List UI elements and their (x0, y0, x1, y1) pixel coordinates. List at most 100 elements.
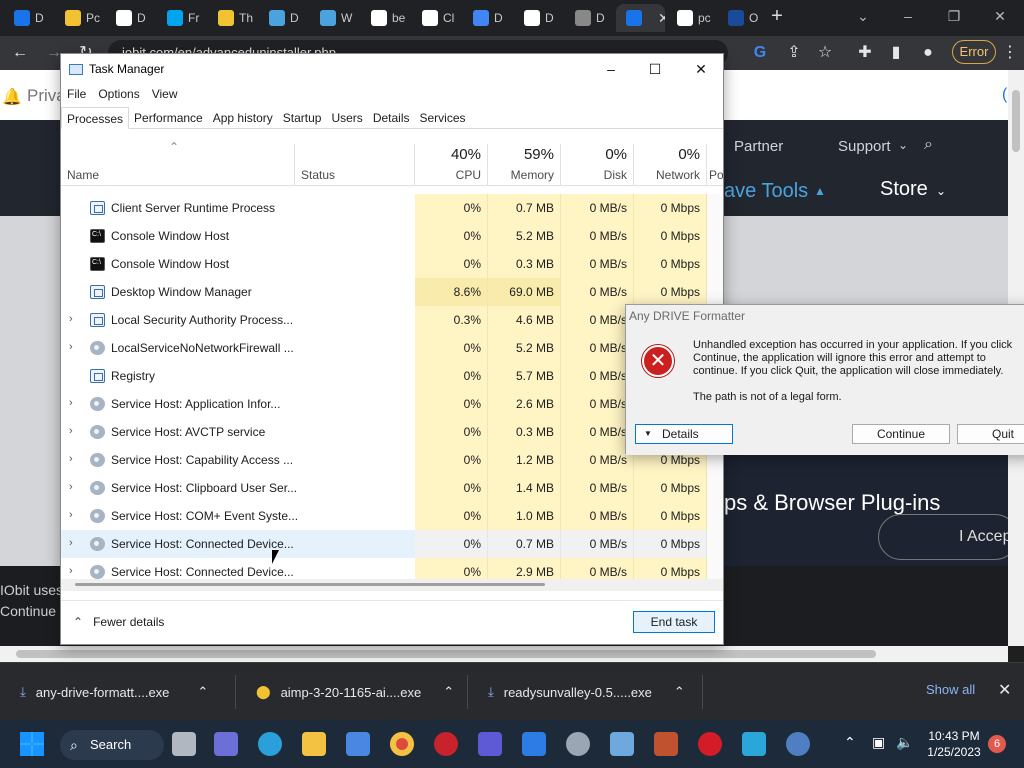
column-disk[interactable]: 0% Disk (561, 144, 634, 186)
process-row[interactable]: Console Window Host 0%0.3 MB0 MB/s0 Mbps (61, 250, 707, 278)
continue-button[interactable]: Continue (852, 424, 950, 444)
process-row[interactable]: Console Window Host 0%5.2 MB0 MB/s0 Mbps (61, 222, 707, 250)
process-row[interactable]: Desktop Window Manager 8.6% 69.0 MB 0 MB/s 0… (61, 278, 707, 306)
tray-chevron-up-icon[interactable]: ⌃ (844, 734, 856, 751)
cookie-accept-button[interactable]: I Accep (878, 514, 1018, 560)
edge-icon[interactable] (258, 732, 282, 756)
chevron-up-icon[interactable]: ⌃ (443, 684, 454, 700)
process-row[interactable]: Registry0%5.7 MB0 MB/s0 Mbps (61, 362, 707, 390)
menu-kebab-icon[interactable]: ⋮ (1000, 43, 1020, 63)
chevron-up-icon[interactable]: ⌃ (197, 684, 208, 700)
new-tab-button[interactable]: + (767, 6, 787, 28)
chat-icon[interactable] (214, 732, 238, 756)
browser-tab[interactable]: ✕ (616, 4, 665, 32)
tab-startup[interactable]: Startup (278, 107, 327, 129)
expand-chevron-icon[interactable]: › (69, 341, 79, 353)
start-icon[interactable] (20, 732, 44, 756)
process-list-hscroll-thumb[interactable] (75, 583, 545, 586)
tab-processes[interactable]: Processes (61, 107, 130, 129)
column-cpu[interactable]: 40% CPU (415, 144, 488, 186)
browser-tab[interactable]: D (4, 4, 53, 32)
browser-tab[interactable]: D (463, 4, 512, 32)
google-lens-icon[interactable]: G (750, 43, 770, 63)
task-manager-icon[interactable] (610, 732, 634, 756)
browser-tab[interactable]: Cl (412, 4, 461, 32)
security-app-icon[interactable] (434, 732, 458, 756)
expand-chevron-icon[interactable]: › (69, 313, 79, 325)
close-icon[interactable]: ✕ (998, 680, 1011, 700)
profile-error-button[interactable]: Error (952, 40, 996, 64)
remote-app-icon[interactable] (742, 732, 766, 756)
taskbar-clock[interactable]: 10:43 PM 1/25/2023 (924, 728, 984, 760)
photos-icon[interactable] (522, 732, 546, 756)
p-app-icon[interactable] (478, 732, 502, 756)
process-row[interactable]: › LocalServiceNoNetworkFirewall ... 0% 5.2 … (61, 334, 707, 362)
tab-details[interactable]: Details (368, 107, 415, 129)
process-row[interactable]: › Local Security Authority Process... 0.3%… (61, 306, 707, 334)
browser-tab[interactable]: O (718, 4, 767, 32)
process-row[interactable]: Client Server Runtime Process 0% 0.7 MB 0 M… (61, 194, 707, 222)
expand-chevron-icon[interactable]: › (69, 509, 79, 521)
browser-tab[interactable]: D (565, 4, 614, 32)
network-icon[interactable]: ▣ (872, 734, 885, 751)
task-manager-titlebar[interactable]: Task Manager (61, 54, 723, 84)
maximize-button[interactable]: ☐ (645, 59, 665, 79)
volume-icon[interactable]: 🔈 (896, 734, 913, 751)
share-icon[interactable]: ⇪ (784, 43, 804, 63)
process-row[interactable]: › Service Host: AVCTP service 0% 0.3 MB 0 MB… (61, 418, 707, 446)
column-power[interactable]: Po (707, 144, 723, 186)
browser-tab[interactable]: W (310, 4, 359, 32)
expand-chevron-icon[interactable]: › (69, 453, 79, 465)
column-name[interactable]: ⌃ Name (61, 140, 295, 186)
download-item[interactable]: ⤓ readysunvalley-0.5.....exe ⌃ (488, 663, 685, 721)
taskbar-search[interactable]: ⌕ Search (60, 730, 164, 760)
process-row[interactable]: › Service Host: Clipboard User Ser... 0% 1.… (61, 474, 707, 502)
extensions-icon[interactable]: ✚ (855, 43, 875, 63)
notification-badge[interactable]: 6 (988, 735, 1006, 753)
column-status[interactable]: Status (295, 144, 415, 186)
browser-maximize-button[interactable]: ❐ (944, 6, 964, 26)
minimize-button[interactable]: – (601, 59, 621, 79)
quit-button[interactable]: Quit (957, 424, 1024, 444)
menu-options[interactable]: Options (92, 84, 145, 106)
search-icon[interactable]: ⌕ (924, 136, 933, 154)
bookmark-star-icon[interactable]: ☆ (815, 43, 835, 63)
menu-view[interactable]: View (146, 84, 184, 106)
browser-tab[interactable]: D (259, 4, 308, 32)
tab-services[interactable]: Services (415, 107, 471, 129)
nav-free-tools-link[interactable]: ave Tools (724, 180, 808, 203)
browser-tab[interactable]: Fr (157, 4, 206, 32)
nav-partner-link[interactable]: Partner (734, 138, 783, 155)
expand-chevron-icon[interactable]: › (69, 425, 79, 437)
expand-chevron-icon[interactable]: › (69, 397, 79, 409)
task-view-icon[interactable] (172, 732, 196, 756)
download-item[interactable]: ⬤ aimp-3-20-1165-ai....exe ⌃ (256, 663, 454, 721)
archive-app-icon[interactable] (654, 732, 678, 756)
expand-chevron-icon[interactable]: › (69, 565, 79, 577)
download-item[interactable]: ⤓ any-drive-formatt....exe ⌃ (20, 663, 208, 721)
chrome-icon[interactable] (390, 732, 414, 756)
process-row[interactable]: › Service Host: Application Infor... 0% 2.6… (61, 390, 707, 418)
end-task-button[interactable]: End task (633, 611, 715, 633)
browser-tab[interactable]: D (514, 4, 563, 32)
browser-tab[interactable]: be (361, 4, 410, 32)
settings-gear-icon[interactable] (566, 732, 590, 756)
process-row[interactable]: › Service Host: Connected Device... 0% 0.7 … (61, 530, 707, 558)
details-button[interactable]: Details (635, 424, 733, 444)
fewer-details-button[interactable]: ⌃ Fewer details (73, 615, 164, 629)
column-memory[interactable]: 59% Memory (488, 144, 561, 186)
side-panel-icon[interactable]: ▮ (886, 43, 906, 63)
nav-store-link[interactable]: Store (880, 178, 928, 201)
process-row[interactable]: › Service Host: COM+ Event Syste... 0% 1.0 … (61, 502, 707, 530)
menu-file[interactable]: File (61, 84, 92, 106)
tab-app-history[interactable]: App history (208, 107, 278, 129)
show-all-downloads-link[interactable]: Show all (926, 682, 975, 697)
close-tab-icon[interactable]: ✕ (658, 10, 665, 27)
expand-chevron-icon[interactable]: › (69, 481, 79, 493)
page-horizontal-scroll-thumb[interactable] (16, 650, 876, 658)
page-vertical-scroll-thumb[interactable] (1012, 90, 1020, 152)
back-icon[interactable]: ← (10, 43, 30, 63)
nav-support-link[interactable]: Support (838, 138, 891, 155)
column-network[interactable]: 0% Network (634, 144, 707, 186)
browser-minimize-button[interactable]: – (898, 6, 918, 26)
